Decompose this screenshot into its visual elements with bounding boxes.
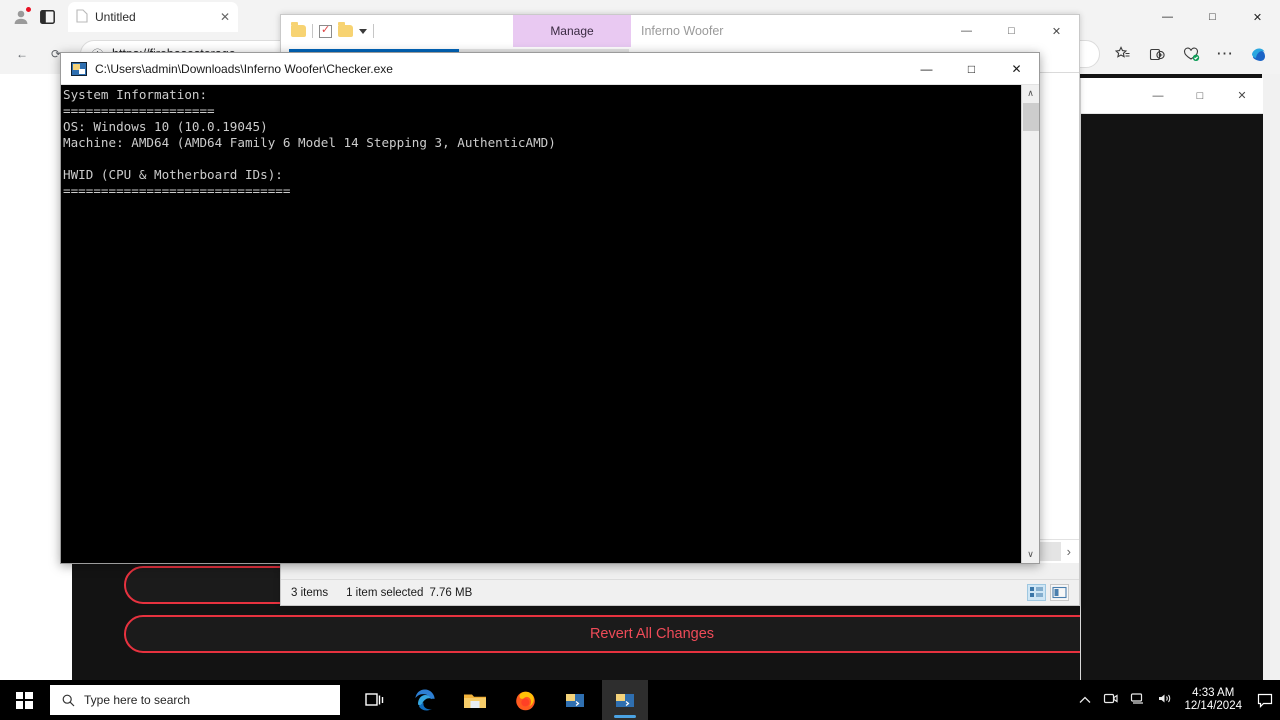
background-window-content: [1081, 114, 1263, 680]
maximize-button[interactable]: □: [949, 53, 994, 84]
browser-essentials-icon[interactable]: [1176, 39, 1206, 69]
search-input[interactable]: Type here to search: [50, 685, 340, 715]
show-hidden-icons-chevron[interactable]: [1079, 693, 1091, 707]
background-window-titlebar: — □ ✕: [1081, 78, 1263, 114]
bg-maximize-button[interactable]: □: [1179, 79, 1221, 113]
explorer-titlebar: Manage Inferno Woofer — □ ✕: [281, 15, 1079, 47]
console-window-controls: — □ ✕: [904, 53, 1039, 84]
search-placeholder: Type here to search: [84, 693, 191, 707]
close-button[interactable]: ✕: [1235, 0, 1280, 34]
copilot-icon[interactable]: [1244, 39, 1274, 69]
windows-taskbar: Type here to search 4:33 AM 12/14/2024: [0, 680, 1280, 720]
maximize-button[interactable]: □: [1190, 0, 1235, 34]
divider: [373, 24, 374, 38]
scrollbar-thumb[interactable]: [1023, 103, 1039, 131]
console-app-icon-active[interactable]: [602, 680, 648, 720]
divider: [312, 24, 313, 38]
clock-time: 4:33 AM: [1192, 687, 1235, 699]
network-icon[interactable]: [1130, 692, 1145, 708]
taskbar-clock[interactable]: 4:33 AM 12/14/2024: [1184, 687, 1242, 713]
file-explorer-icon[interactable]: [452, 680, 498, 720]
explorer-status-bar: 3 items 1 item selected 7.76 MB: [281, 579, 1079, 605]
minimize-button[interactable]: —: [904, 53, 949, 84]
scroll-down-icon[interactable]: ∨: [1022, 546, 1039, 563]
page-scrollbar[interactable]: [1262, 74, 1280, 680]
windows-start-icon[interactable]: [0, 680, 48, 720]
system-tray: 4:33 AM 12/14/2024: [1079, 687, 1250, 713]
console-titlebar[interactable]: C:\Users\admin\Downloads\Inferno Woofer\…: [61, 53, 1039, 85]
customize-qat-icon[interactable]: [359, 28, 367, 34]
browser-tab-title: Untitled: [95, 10, 136, 24]
details-view-icon[interactable]: [1027, 584, 1046, 601]
console-scrollbar[interactable]: ∧ ∨: [1021, 85, 1039, 563]
bg-minimize-button[interactable]: —: [1137, 79, 1179, 113]
close-button[interactable]: ✕: [994, 53, 1039, 84]
console-app-icon[interactable]: [552, 680, 598, 720]
more-settings-icon[interactable]: ⋯: [1210, 39, 1240, 69]
notification-center-icon[interactable]: [1250, 680, 1280, 720]
tab-actions-icon[interactable]: [34, 4, 60, 30]
console-output-area[interactable]: System Information: ====================…: [61, 85, 1039, 563]
clock-date: 12/14/2024: [1184, 700, 1242, 712]
background-window-panel: — □ ✕: [1080, 78, 1263, 680]
webcam-icon[interactable]: [1103, 692, 1119, 708]
revert-all-changes-button[interactable]: Revert All Changes: [124, 615, 1180, 653]
quick-access-toolbar: [281, 22, 374, 38]
nav-forward-icon[interactable]: ›: [1067, 544, 1071, 559]
task-view-icon[interactable]: [352, 680, 398, 720]
minimize-button[interactable]: —: [1145, 0, 1190, 34]
explorer-window-controls: — □ ✕: [944, 15, 1079, 47]
bg-close-button[interactable]: ✕: [1221, 79, 1263, 113]
ribbon-tabs: Manage: [513, 15, 631, 47]
status-size: 7.76 MB: [429, 586, 473, 599]
console-window: C:\Users\admin\Downloads\Inferno Woofer\…: [60, 52, 1040, 564]
microsoft-edge-icon[interactable]: [402, 680, 448, 720]
new-folder-icon[interactable]: [291, 22, 306, 37]
profile-alert-badge: [25, 6, 32, 13]
browser-toolbar-actions: ⋯: [1108, 39, 1274, 69]
view-toggle-group: [1027, 584, 1069, 601]
console-app-icon: [71, 61, 87, 76]
close-icon[interactable]: ✕: [220, 10, 230, 24]
browser-tab[interactable]: Untitled ✕: [68, 2, 238, 32]
profile-avatar-icon[interactable]: [8, 4, 34, 30]
volume-icon[interactable]: [1157, 692, 1172, 708]
browser-window-controls: — □ ✕: [1145, 0, 1280, 34]
status-selection: 1 item selected: [346, 586, 424, 599]
back-button[interactable]: ←: [6, 38, 38, 70]
properties-icon[interactable]: [319, 23, 332, 38]
explorer-window-title: Inferno Woofer: [641, 24, 724, 38]
large-icons-view-icon[interactable]: [1050, 584, 1069, 601]
console-output-text: System Information: ====================…: [63, 87, 556, 198]
page-icon: [76, 8, 88, 26]
close-button[interactable]: ✕: [1034, 15, 1079, 47]
search-icon: [62, 694, 75, 706]
maximize-button[interactable]: □: [989, 15, 1034, 47]
scroll-up-icon[interactable]: ∧: [1022, 85, 1039, 102]
status-item-count: 3 items: [291, 586, 329, 599]
minimize-button[interactable]: —: [944, 15, 989, 47]
taskbar-app-buttons: [352, 680, 648, 720]
tab-manage[interactable]: Manage: [513, 15, 631, 47]
favorites-icon[interactable]: [1108, 39, 1138, 69]
firefox-icon[interactable]: [502, 680, 548, 720]
collections-icon[interactable]: [1142, 39, 1172, 69]
active-app-indicator: [614, 715, 636, 718]
console-window-title: C:\Users\admin\Downloads\Inferno Woofer\…: [95, 61, 393, 76]
folder-icon[interactable]: [338, 22, 353, 37]
